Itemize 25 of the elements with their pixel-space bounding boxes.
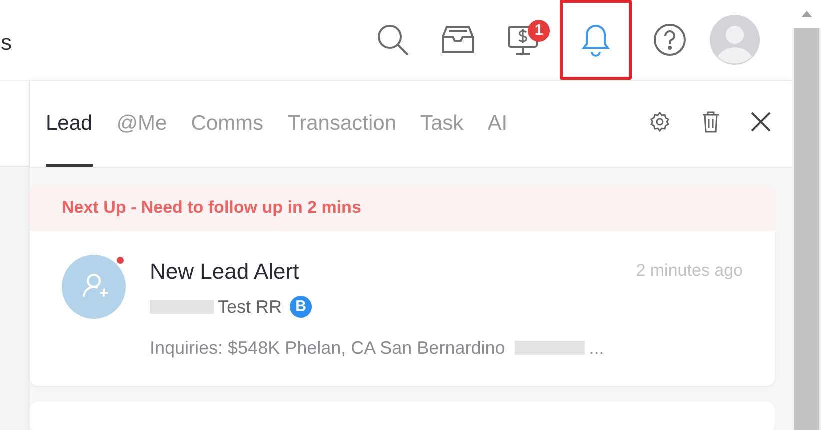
panel-tab[interactable]: Task [420, 80, 464, 167]
scroll-up-icon[interactable] [802, 11, 812, 17]
redacted-block [515, 341, 586, 355]
notification-badge: 1 [528, 20, 550, 42]
contact-name: Test RR [218, 296, 282, 318]
close-icon[interactable] [750, 110, 772, 132]
inquiry-text: Inquiries: $548K Phelan, CA San Bernardino [150, 336, 506, 360]
notification-card[interactable]: New Lead Alert 2 minutes ago Test RR B Inquiries: $548K Phelan, CA San Bernardino ... [30, 230, 775, 386]
panel-tab[interactable]: @Me [116, 80, 168, 167]
settings-icon[interactable] [648, 110, 672, 134]
notification-title: New Lead Alert [150, 258, 300, 286]
panel-tab[interactable]: Transaction [288, 80, 396, 167]
contact-tag: B [290, 296, 312, 318]
timestamp: 2 minutes ago [636, 260, 743, 282]
redacted-block [150, 300, 214, 314]
panel-tab[interactable]: Lead [46, 80, 93, 167]
user-add-icon [62, 254, 126, 318]
notification-bell-icon[interactable] [560, 0, 632, 80]
ellipsis-text: ... [589, 336, 604, 360]
panel-tab[interactable]: Comms [191, 80, 264, 167]
alert-banner: Next Up - Need to follow up in 2 mins [30, 186, 775, 230]
scrollbar-thumb[interactable] [794, 28, 819, 430]
trash-icon[interactable] [700, 110, 722, 134]
page-title: s [1, 28, 12, 56]
panel-tab[interactable]: AI [488, 80, 508, 167]
